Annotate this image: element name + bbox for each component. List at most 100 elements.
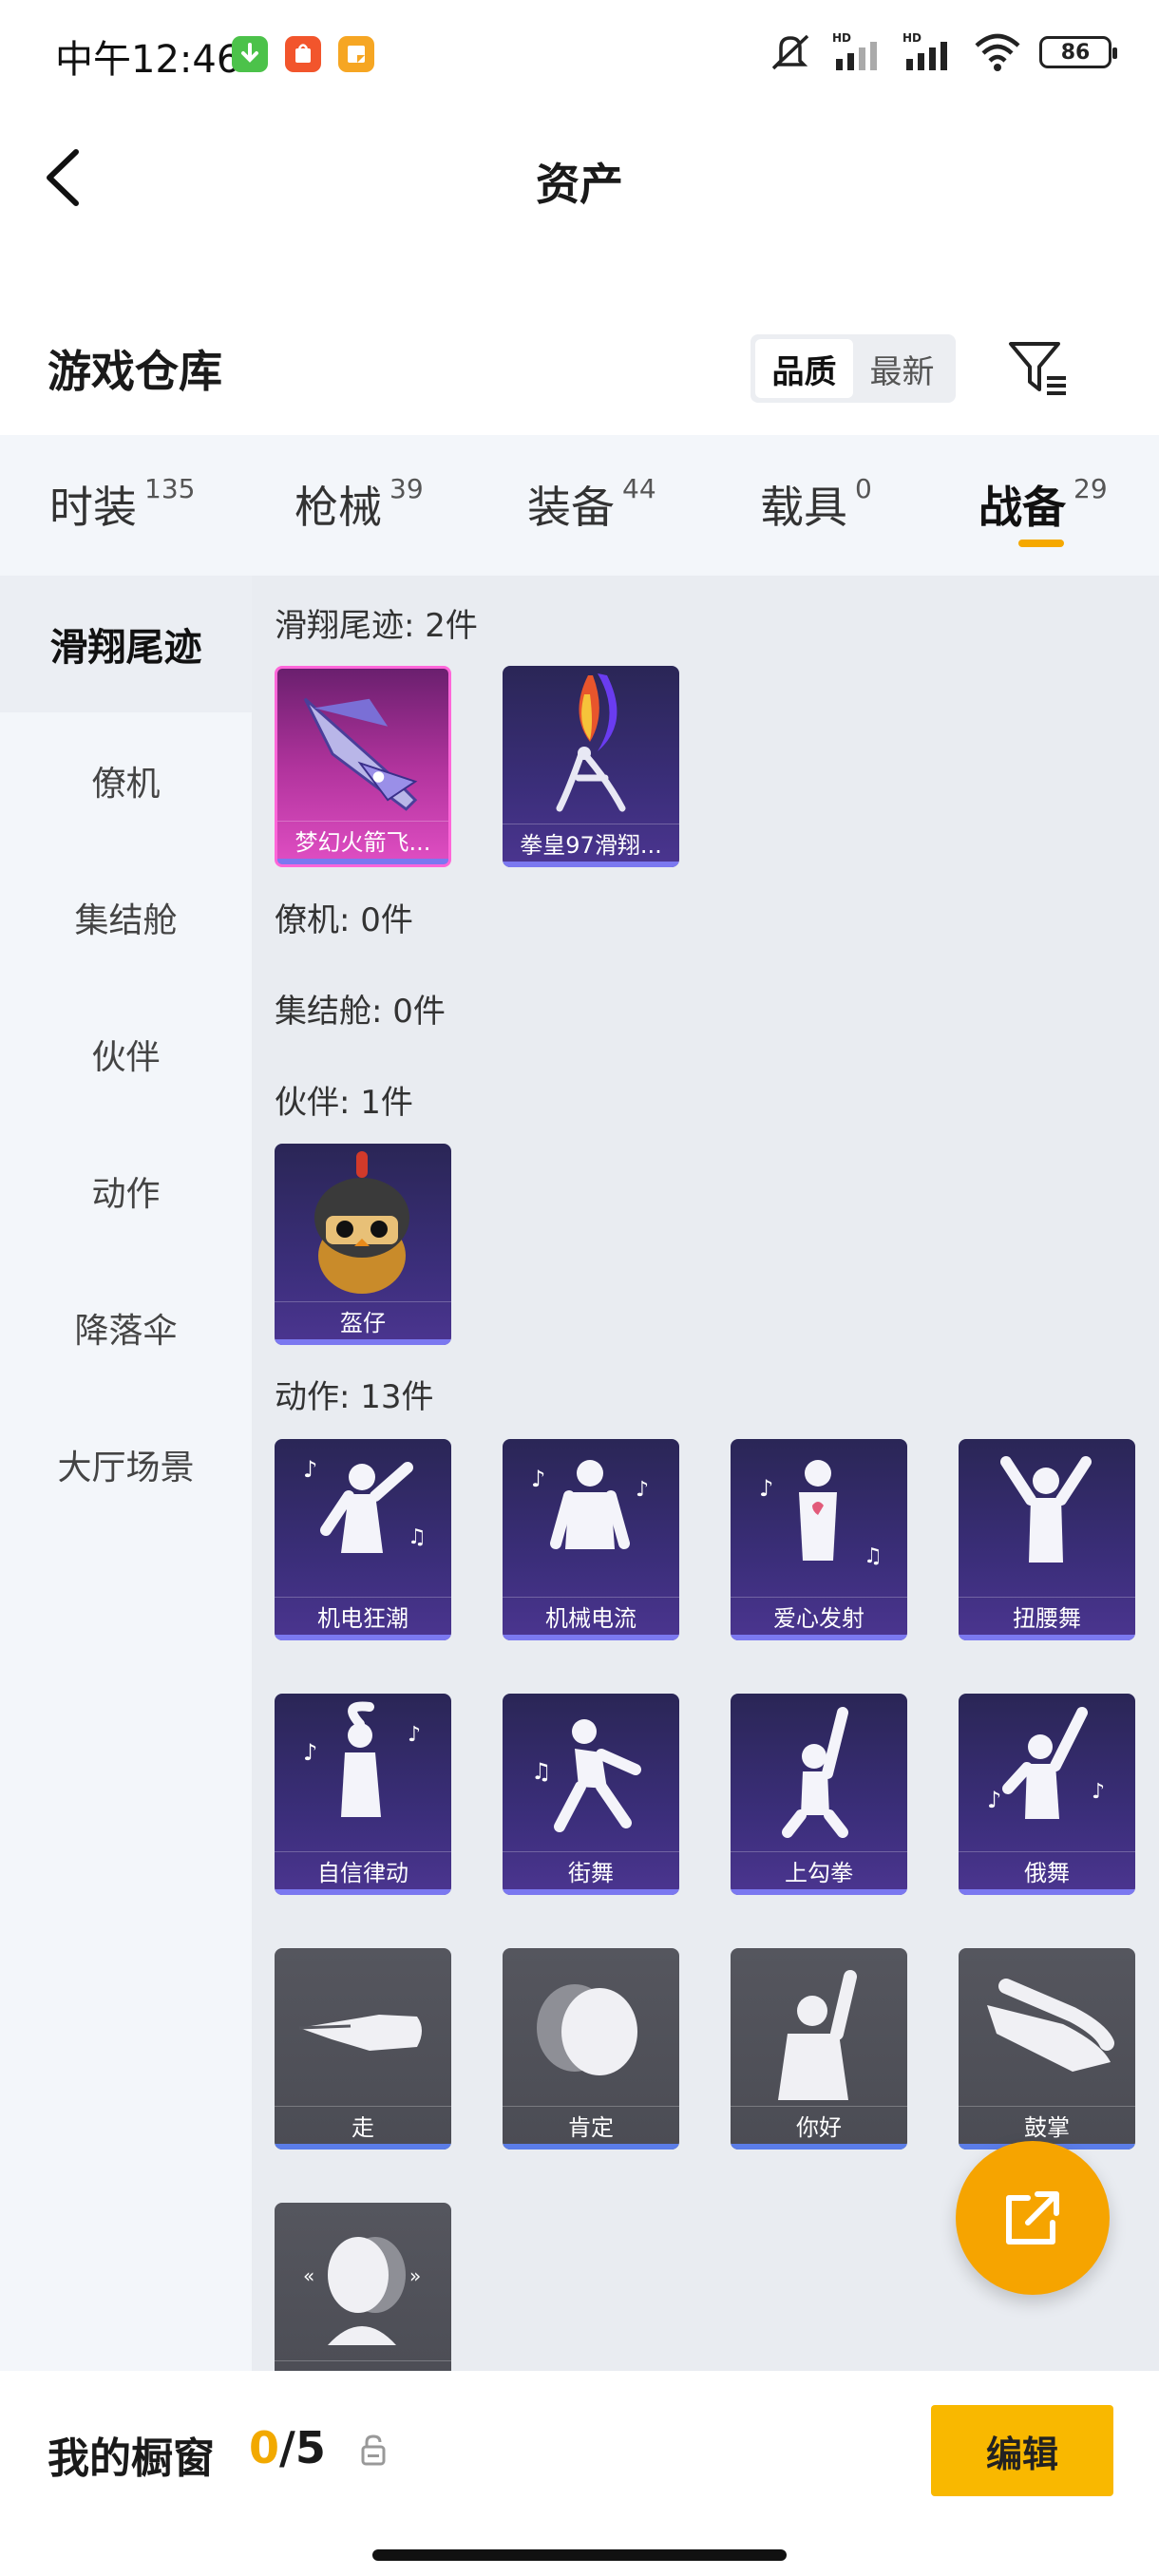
filter-icon xyxy=(1009,342,1066,395)
sort-toggle: 品质 最新 xyxy=(750,334,956,403)
battery-level: 86 xyxy=(1060,40,1091,65)
tab-vehicles[interactable]: 载具 0 xyxy=(760,473,872,536)
sidebar-item-rally-pod[interactable]: 集结舱 xyxy=(0,849,252,986)
item-card[interactable]: ♫ 街舞 xyxy=(503,1694,679,1895)
item-name: 机电狂潮 xyxy=(275,1597,451,1635)
item-rarity-bar xyxy=(731,1635,907,1640)
item-card[interactable]: 扭腰舞 xyxy=(959,1439,1135,1640)
item-card[interactable]: 鼓掌 xyxy=(959,1948,1135,2150)
item-rarity-bar xyxy=(275,1339,451,1345)
item-card[interactable]: ♪ ♪ 机械电流 xyxy=(503,1439,679,1640)
tab-count: 135 xyxy=(144,473,196,504)
item-card[interactable]: 走 xyxy=(275,1948,451,2150)
item-name: 扭腰舞 xyxy=(959,1597,1135,1635)
item-rarity-bar xyxy=(731,1889,907,1895)
item-rarity-bar xyxy=(503,1635,679,1640)
item-rarity-bar xyxy=(503,862,679,867)
svg-text:HD: HD xyxy=(902,31,922,45)
tab-count: 29 xyxy=(1074,473,1108,504)
svg-text:♫: ♫ xyxy=(864,1544,883,1568)
svg-text:HD: HD xyxy=(832,31,851,45)
item-name: 拳皇97滑翔... xyxy=(503,824,679,862)
item-card[interactable]: 梦幻火箭飞... xyxy=(275,666,451,867)
svg-text:♪: ♪ xyxy=(531,1466,545,1492)
sidebar-item-wingman[interactable]: 僚机 xyxy=(0,712,252,849)
item-card[interactable]: ♪ ♪ 自信律动 xyxy=(275,1694,451,1895)
svg-text:♪: ♪ xyxy=(987,1787,1001,1813)
item-rarity-bar xyxy=(503,2144,679,2150)
share-button[interactable] xyxy=(956,2141,1110,2295)
svg-text:♪: ♪ xyxy=(636,1478,649,1502)
group-label-emote: 动作: 13件 xyxy=(275,1378,434,1416)
item-card[interactable]: 你好 xyxy=(731,1948,907,2150)
svg-text:«: « xyxy=(303,2264,314,2287)
item-name: 鼓掌 xyxy=(959,2106,1135,2144)
download-app-icon xyxy=(232,36,268,72)
item-card[interactable]: 盔仔 xyxy=(275,1144,451,1345)
tab-count: 0 xyxy=(855,473,872,504)
item-card[interactable]: ♪ ♫ 机电狂潮 xyxy=(275,1439,451,1640)
svg-text:♪: ♪ xyxy=(759,1475,773,1502)
tab-battle-prep[interactable]: 战备 29 xyxy=(978,473,1108,536)
signal-hd-icon-2: HD xyxy=(902,31,947,70)
showcase-count: 0/5 xyxy=(249,2422,326,2473)
sidebar: 滑翔尾迹 僚机 集结舱 伙伴 动作 降落伞 大厅场景 xyxy=(0,576,252,2371)
sort-quality-option[interactable]: 品质 xyxy=(755,339,853,398)
item-name: 走 xyxy=(275,2106,451,2144)
dancer-silhouette-icon: ♪♪ xyxy=(303,1701,421,1817)
item-card[interactable]: 上勾拳 xyxy=(731,1694,907,1895)
showcase-total: /5 xyxy=(279,2422,326,2473)
item-card[interactable]: 拳皇97滑翔... xyxy=(503,666,679,867)
tab-label: 战备 xyxy=(978,482,1066,533)
sidebar-item-parachute[interactable]: 降落伞 xyxy=(0,1260,252,1396)
svg-text:♪: ♪ xyxy=(303,1456,317,1483)
showcase-title: 我的橱窗 xyxy=(48,2434,215,2483)
clapping-hands-icon xyxy=(987,1979,1114,2072)
page-title: 资产 xyxy=(536,159,623,210)
group-label-companion: 伙伴: 1件 xyxy=(275,1084,413,1122)
item-name: 上勾拳 xyxy=(731,1851,907,1889)
item-name: 梦幻火箭飞... xyxy=(277,821,448,859)
svg-text:♫: ♫ xyxy=(531,1758,552,1785)
item-card[interactable]: ♪ ♫ 爱心发射 xyxy=(731,1439,907,1640)
wifi-icon xyxy=(975,33,1020,71)
edit-button[interactable]: 编辑 xyxy=(931,2405,1113,2496)
item-card[interactable]: ♪ ♪ 俄舞 xyxy=(959,1694,1135,1895)
shop-app-icon xyxy=(285,36,321,72)
helmet-chick-art xyxy=(314,1151,409,1294)
status-bar: 中午12:46 HD HD 86 xyxy=(0,0,1159,104)
pointing-hand-icon xyxy=(298,2015,422,2051)
group-label-rally-pod: 集结舱: 0件 xyxy=(275,993,446,1031)
lock-icon xyxy=(361,2434,386,2466)
tab-firearms[interactable]: 枪械 39 xyxy=(294,473,424,536)
dancer-silhouette-icon: ♪♫ xyxy=(303,1456,427,1553)
battery-indicator: 86 xyxy=(1039,36,1117,68)
item-card[interactable]: 肯定 xyxy=(503,1948,679,2150)
nodding-head-icon xyxy=(537,1984,637,2075)
sidebar-item-companion[interactable]: 伙伴 xyxy=(0,986,252,1123)
item-rarity-bar xyxy=(275,2144,451,2150)
sidebar-item-emote[interactable]: 动作 xyxy=(0,1123,252,1260)
tab-label: 时装 xyxy=(49,482,137,533)
home-indicator[interactable] xyxy=(372,2549,787,2561)
assets-page: 中午12:46 HD HD 86 资产 游戏仓库 品质 最新 时装 135 枪械… xyxy=(0,0,1159,2576)
status-time: 中午12:46 xyxy=(55,38,241,82)
tab-label: 枪械 xyxy=(294,482,382,533)
svg-text:♪: ♪ xyxy=(1092,1780,1105,1804)
svg-text:♪: ♪ xyxy=(303,1739,317,1766)
sort-newest-option[interactable]: 最新 xyxy=(853,339,951,398)
group-label-wingman: 僚机: 0件 xyxy=(275,901,413,939)
item-name: 机械电流 xyxy=(503,1597,679,1635)
tab-fashion[interactable]: 时装 135 xyxy=(49,473,195,536)
item-card[interactable]: «» xyxy=(275,2203,451,2371)
tab-count: 39 xyxy=(390,473,424,504)
sidebar-item-glide-trail[interactable]: 滑翔尾迹 xyxy=(0,576,252,712)
tab-equipment[interactable]: 装备 44 xyxy=(527,473,656,536)
filter-button[interactable] xyxy=(1005,338,1072,399)
warehouse-title: 游戏仓库 xyxy=(48,346,222,397)
item-rarity-bar xyxy=(731,2144,907,2150)
sidebar-item-lobby-scene[interactable]: 大厅场景 xyxy=(0,1396,252,1533)
status-indicators: HD HD 86 xyxy=(766,28,1117,76)
tab-count: 44 xyxy=(622,473,656,504)
head-shake-icon: «» xyxy=(303,2237,421,2345)
